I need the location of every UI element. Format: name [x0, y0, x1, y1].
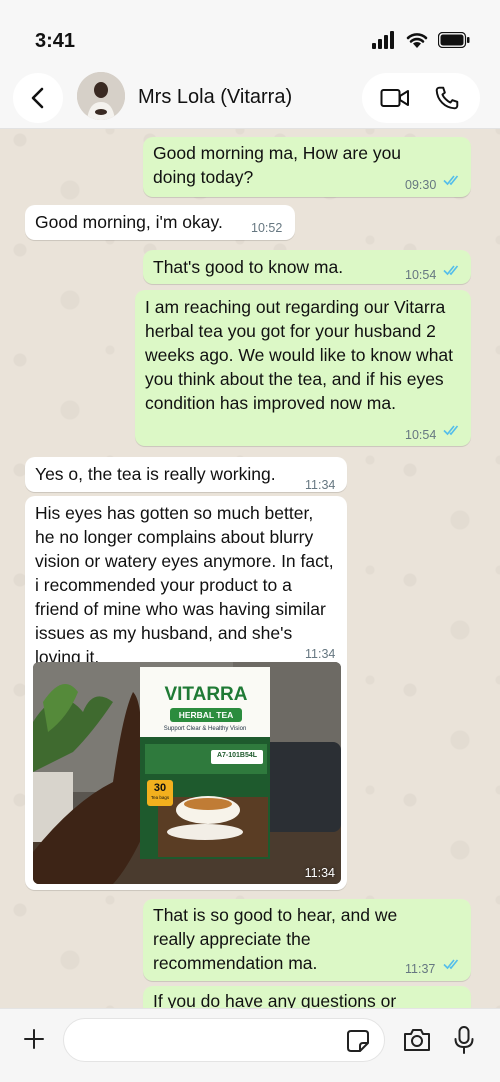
message-time: 10:54: [405, 268, 437, 282]
microphone-icon[interactable]: [453, 1025, 475, 1055]
video-call-icon[interactable]: [380, 86, 410, 110]
message-time: 11:37: [405, 962, 436, 976]
read-ticks-icon: [443, 265, 459, 276]
message-composer: [0, 1008, 500, 1082]
product-photo[interactable]: VITARRA HERBAL TEA Support Clear & Healt…: [33, 662, 341, 884]
message-time: 10:52: [251, 221, 283, 235]
message-text: Yes o, the tea is really working.: [35, 464, 276, 484]
avatar-image: [77, 72, 125, 120]
message-input[interactable]: [78, 1029, 342, 1053]
outgoing-message[interactable]: That is so good to hear, and we really a…: [143, 899, 471, 981]
back-button[interactable]: [13, 73, 63, 123]
message-input-box[interactable]: [63, 1018, 385, 1062]
camera-icon[interactable]: [402, 1027, 432, 1053]
message-time: 10:54: [405, 428, 437, 442]
outgoing-message[interactable]: Good morning ma, How are you doing today…: [143, 137, 471, 197]
call-actions: [362, 73, 480, 123]
battery-icon: [438, 32, 470, 48]
product-tagline: Support Clear & Healthy Vision: [163, 726, 247, 732]
chevron-left-icon: [31, 87, 44, 109]
plus-icon[interactable]: [22, 1027, 46, 1051]
read-ticks-icon: [443, 175, 459, 186]
product-subtitle: HERBAL TEA: [170, 708, 242, 722]
wifi-icon: [406, 33, 428, 48]
outgoing-message[interactable]: That's good to know ma. 10:54: [143, 250, 471, 284]
message-text: His eyes has gotten so much better, he n…: [35, 503, 334, 667]
chat-header: Mrs Lola (Vitarra): [0, 70, 500, 129]
contact-name[interactable]: Mrs Lola (Vitarra): [138, 86, 292, 109]
product-brand: VITARRA: [164, 684, 248, 705]
message-time: 09:30: [405, 178, 437, 192]
outgoing-message[interactable]: I am reaching out regarding our Vitarra …: [135, 290, 471, 446]
message-text: I am reaching out regarding our Vitarra …: [145, 297, 454, 413]
message-time: 11:34: [305, 478, 336, 492]
message-text: Good morning ma, How are you doing today…: [153, 143, 402, 187]
signal-icon: [372, 31, 394, 49]
message-text: That's good to know ma.: [153, 257, 344, 277]
sticker-icon[interactable]: [345, 1028, 371, 1054]
product-code: A7-101B54L: [216, 752, 258, 759]
message-text: That is so good to hear, and we really a…: [153, 905, 398, 973]
read-ticks-icon: [443, 425, 459, 436]
photo-time: 11:34: [304, 866, 335, 880]
incoming-message[interactable]: Yes o, the tea is really working. 11:34: [25, 457, 347, 492]
read-ticks-icon: [443, 959, 459, 970]
product-count-unit: Tea bags: [150, 795, 170, 800]
message-text: Good morning, i'm okay.: [35, 212, 223, 232]
status-time: 3:41: [35, 30, 76, 52]
status-bar: 3:41: [0, 0, 500, 70]
incoming-message[interactable]: Good morning, i'm okay. 10:52: [25, 205, 295, 240]
product-count: 30: [153, 782, 167, 794]
voice-call-icon[interactable]: [434, 85, 460, 111]
avatar[interactable]: [77, 72, 125, 120]
